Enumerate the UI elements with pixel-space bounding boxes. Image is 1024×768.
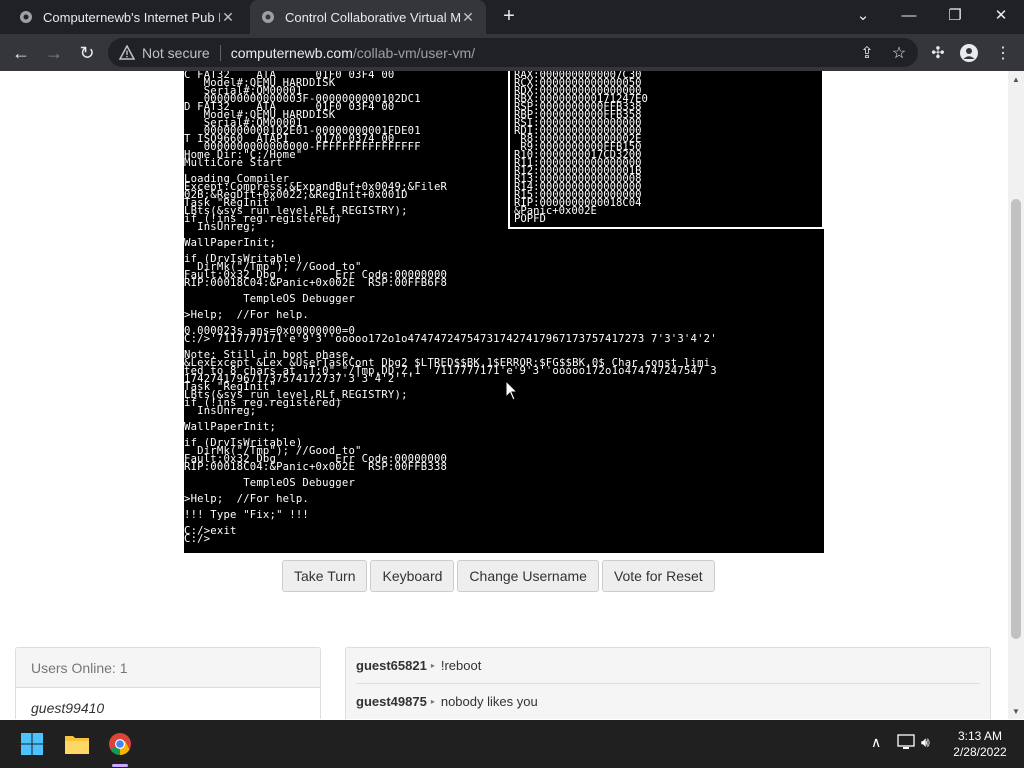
minimize-icon[interactable]: — — [886, 0, 932, 30]
page-scrollbar[interactable]: ▲ ▼ — [1008, 71, 1024, 719]
volume-icon[interactable]: 🔊︎ — [921, 734, 930, 751]
clock-date: 2/28/2022 — [953, 745, 1007, 759]
console-line: RIP:00018C04:&Panic+0x002E RSP:00FFB338 — [184, 461, 448, 473]
console-line: if (!ins_reg.registered) — [184, 397, 342, 409]
tab-close-icon[interactable]: ✕ — [220, 9, 236, 26]
scroll-down-icon[interactable]: ▼ — [1008, 703, 1024, 719]
console-line: C:/>exit — [184, 525, 237, 537]
menu-icon[interactable]: ⋮ — [992, 42, 1014, 64]
console-line: !!! Type "Fix;" !!! — [184, 509, 309, 521]
users-panel: Users Online: 1 guest99410 — [15, 647, 321, 719]
favicon-icon — [260, 9, 276, 25]
scroll-up-icon[interactable]: ▲ — [1008, 71, 1024, 87]
page-content: C FAT32 ATA 01F0 03F4 00 Model#:QEMU HAR… — [0, 71, 1008, 719]
console-line: RIP:00018C04:&Panic+0x002E RSP:00FFB6F8 — [184, 277, 448, 289]
tab-strip: Computernewb's Internet Pub Hu ✕ Control… — [0, 0, 1024, 34]
warning-icon[interactable] — [118, 44, 136, 62]
tab-internet-pub[interactable]: Computernewb's Internet Pub Hu ✕ — [8, 0, 246, 34]
chat-username[interactable]: guest49875 — [356, 694, 427, 709]
caret-right-icon: ▸ — [430, 661, 435, 670]
favicon-icon — [18, 9, 34, 25]
chrome-icon[interactable] — [104, 728, 136, 760]
chat-username[interactable]: guest65821 — [356, 658, 427, 673]
network-icon[interactable] — [897, 734, 915, 753]
browser-toolbar: ← → ↻ Not secure computernewb.com/collab… — [0, 34, 1024, 71]
user-list-item[interactable]: guest99410 — [16, 688, 320, 719]
url-host: computernewb.com — [230, 44, 353, 61]
caret-right-icon: ▸ — [430, 697, 435, 706]
show-hidden-icons-icon[interactable]: ∧ — [871, 734, 881, 751]
chat-panel: guest65821 ▸ !reboot guest49875 ▸ nobody… — [345, 647, 991, 719]
file-explorer-icon[interactable] — [61, 728, 93, 760]
new-tab-icon[interactable]: + — [498, 6, 520, 28]
vote-reset-button[interactable]: Vote for Reset — [601, 560, 715, 592]
url-text[interactable]: computernewb.com/collab-vm/user-vm/ — [221, 45, 475, 61]
share-icon[interactable]: ⇪ — [856, 42, 878, 64]
url-path: /collab-vm/user-vm/ — [352, 44, 476, 61]
clock-time: 3:13 AM — [957, 729, 1003, 743]
windows-start-icon[interactable] — [16, 728, 48, 760]
keyboard-button[interactable]: Keyboard — [370, 560, 455, 592]
console-line: TempleOS Debugger — [184, 477, 356, 489]
tab-title: Control Collaborative Virtual Mac — [285, 9, 460, 25]
tab-search-icon[interactable]: ⌄ — [840, 0, 886, 30]
extensions-icon[interactable]: ✣ — [927, 42, 949, 64]
console-line: C:/> — [184, 533, 211, 545]
console-line: WallPaperInit; — [184, 237, 277, 249]
taskbar: ∧ 🔊︎ 3:13 AM 2/28/2022 — [0, 720, 1024, 768]
tab-close-icon[interactable]: ✕ — [460, 9, 476, 26]
scrollbar-thumb[interactable] — [1011, 199, 1021, 639]
tab-title: Computernewb's Internet Pub Hu — [43, 9, 220, 25]
reload-icon[interactable]: ↻ — [74, 40, 100, 66]
chat-message: guest49875 ▸ nobody likes you — [356, 684, 980, 719]
console-line: TempleOS Debugger — [184, 293, 356, 305]
bookmark-star-icon[interactable]: ☆ — [888, 42, 910, 64]
chat-message: guest65821 ▸ !reboot — [356, 648, 980, 684]
profile-icon[interactable] — [958, 42, 980, 64]
register-panel: RAX:0000000000007C30 RCX:0000000000000050… — [508, 71, 824, 229]
console-line: >Help; //For help. — [184, 309, 309, 321]
not-secure-label[interactable]: Not secure — [142, 44, 221, 61]
take-turn-button[interactable]: Take Turn — [282, 560, 368, 592]
mouse-cursor-icon — [505, 379, 519, 402]
users-online-header: Users Online: 1 — [16, 648, 320, 688]
address-bar[interactable]: Not secure computernewb.com/collab-vm/us… — [108, 38, 918, 67]
chat-text: nobody likes you — [440, 694, 538, 709]
back-icon[interactable]: ← — [8, 40, 34, 66]
console-line: C:/>'7117777171'e'9'3''ooooo172o1o474747… — [184, 333, 717, 345]
restore-icon[interactable]: ❐ — [932, 0, 978, 30]
system-clock[interactable]: 3:13 AM 2/28/2022 — [942, 728, 1018, 760]
active-app-indicator — [112, 764, 128, 767]
close-window-icon[interactable]: ✕ — [978, 0, 1024, 30]
vm-screen[interactable]: C FAT32 ATA 01F0 03F4 00 Model#:QEMU HAR… — [184, 71, 824, 553]
change-username-button[interactable]: Change Username — [457, 560, 599, 592]
register-text: RAX:0000000000007C30 RCX:0000000000000050… — [514, 71, 648, 224]
chat-text: !reboot — [440, 658, 482, 673]
console-line: >Help; //For help. — [184, 493, 309, 505]
tab-collab-vm[interactable]: Control Collaborative Virtual Mac ✕ — [250, 0, 486, 34]
console-line: WallPaperInit; — [184, 421, 277, 433]
vm-controls: Take Turn Keyboard Change Username Vote … — [282, 560, 715, 592]
forward-icon[interactable]: → — [41, 40, 67, 66]
